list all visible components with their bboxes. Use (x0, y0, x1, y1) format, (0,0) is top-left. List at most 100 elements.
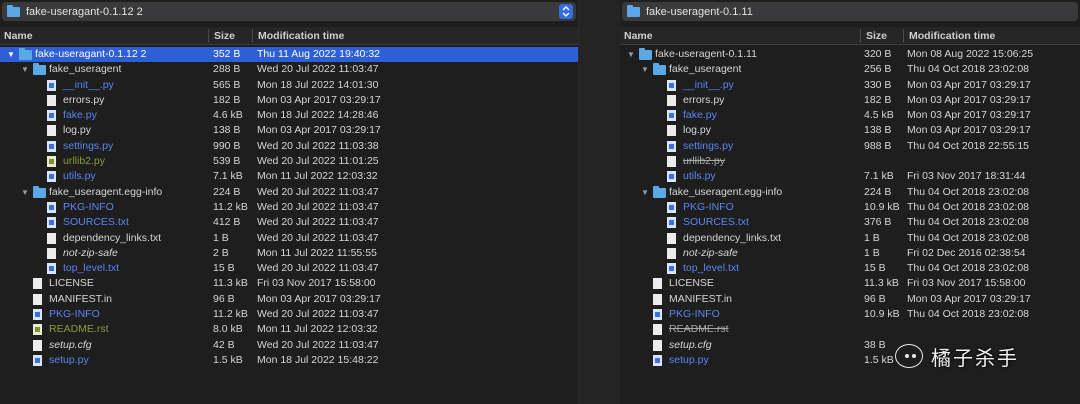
file-row[interactable]: log.py 138 B Mon 03 Apr 2017 03:29:17 (0, 123, 578, 138)
modification-time: Mon 08 Aug 2022 15:06:25 (907, 48, 1034, 60)
file-row[interactable]: dependency_links.txt 1 B Thu 04 Oct 2018 2… (620, 231, 1080, 246)
file-row[interactable]: top_level.txt 15 B Wed 20 Jul 2022 11:03:4… (0, 261, 578, 276)
file-size: 8.0 kB (213, 323, 243, 336)
file-row[interactable]: fake.py 4.5 kB Mon 03 Apr 2017 03:29:17 (620, 108, 1080, 123)
file-row[interactable]: PKG-INFO 11.2 kB Wed 20 Jul 2022 11:03:47 (0, 307, 578, 322)
left-column-header: Name Size Modification time (0, 27, 578, 45)
modification-time: Mon 03 Apr 2017 03:29:17 (907, 292, 1031, 305)
file-name: settings.py (63, 139, 114, 152)
file-row[interactable]: urllib2.py (620, 154, 1080, 169)
file-name: __init__.py (63, 78, 114, 91)
size-column-header[interactable]: Size (866, 30, 887, 42)
left-path-title: fake-useragant-0.1.12 2 (26, 5, 143, 18)
file-row[interactable]: errors.py 182 B Mon 03 Apr 2017 03:29:17 (620, 93, 1080, 108)
file-row[interactable]: utils.py 7.1 kB Mon 11 Jul 2022 12:03:32 (0, 169, 578, 184)
file-name: not-zip-safe (63, 246, 118, 259)
file-row[interactable]: SOURCES.txt 376 B Thu 04 Oct 2018 23:02:08 (620, 215, 1080, 230)
modification-time: Mon 11 Jul 2022 11:55:55 (257, 246, 377, 259)
file-size: 412 B (213, 216, 241, 229)
modification-time: Mon 18 Jul 2022 15:48:22 (257, 353, 379, 366)
modification-time: Thu 04 Oct 2018 23:02:08 (907, 216, 1030, 229)
file-row[interactable]: README.rst 8.0 kB Mon 11 Jul 2022 12:03:32 (0, 322, 578, 337)
path-stepper-icon[interactable] (559, 4, 573, 19)
disclosure-triangle-icon[interactable]: ▼ (20, 62, 30, 77)
column-divider[interactable] (208, 29, 209, 42)
file-row[interactable]: MANIFEST.in 96 B Mon 03 Apr 2017 03:29:17 (0, 292, 578, 307)
modification-time: Wed 20 Jul 2022 11:01:25 (257, 155, 379, 168)
name-column-header[interactable]: Name (624, 30, 653, 42)
column-divider[interactable] (903, 29, 904, 42)
modified-column-header[interactable]: Modification time (909, 30, 995, 42)
file-icon (653, 354, 662, 371)
disclosure-triangle-icon[interactable]: ▼ (626, 47, 636, 62)
file-size: 138 B (213, 124, 241, 137)
file-name: setup.py (49, 353, 89, 366)
file-name: setup.py (669, 353, 709, 366)
file-name: MANIFEST.in (49, 292, 113, 305)
modified-column-header[interactable]: Modification time (258, 30, 344, 42)
file-row[interactable]: utils.py 7.1 kB Fri 03 Nov 2017 18:31:44 (620, 169, 1080, 184)
file-row[interactable]: LICENSE 11.3 kB Fri 03 Nov 2017 15:58:00 (0, 276, 578, 291)
file-row[interactable]: settings.py 988 B Thu 04 Oct 2018 22:55:15 (620, 139, 1080, 154)
file-name: LICENSE (49, 277, 94, 290)
pane-divider[interactable] (579, 0, 620, 404)
modification-time: Mon 03 Apr 2017 03:29:17 (907, 124, 1031, 137)
file-row[interactable]: PKG-INFO 10.9 kB Thu 04 Oct 2018 23:02:08 (620, 200, 1080, 215)
file-name: utils.py (63, 170, 96, 183)
file-row[interactable]: setup.cfg 42 B Wed 20 Jul 2022 11:03:47 (0, 338, 578, 353)
file-row[interactable]: LICENSE 11.3 kB Fri 03 Nov 2017 15:58:00 (620, 276, 1080, 291)
folder-row[interactable]: ▼ fake_useragent 256 B Thu 04 Oct 2018 23:0… (620, 62, 1080, 77)
file-name: README.rst (669, 323, 729, 336)
file-row[interactable]: PKG-INFO 10.9 kB Thu 04 Oct 2018 23:02:08 (620, 307, 1080, 322)
file-row[interactable]: log.py 138 B Mon 03 Apr 2017 03:29:17 (620, 123, 1080, 138)
file-size: 320 B (864, 48, 892, 60)
file-size: 96 B (864, 292, 886, 305)
folder-row[interactable]: ▼ fake-useragant-0.1.12 2 352 B Thu 11 Aug … (0, 47, 578, 63)
file-row[interactable]: top_level.txt 15 B Thu 04 Oct 2018 23:02:0… (620, 261, 1080, 276)
modification-time: Mon 11 Jul 2022 12:03:32 (257, 323, 378, 336)
file-row[interactable]: PKG-INFO 11.2 kB Wed 20 Jul 2022 11:03:47 (0, 200, 578, 215)
disclosure-triangle-icon[interactable]: ▼ (6, 47, 16, 62)
file-row[interactable]: README.rst (620, 322, 1080, 337)
folder-row[interactable]: ▼ fake_useragent 288 B Wed 20 Jul 2022 11:0… (0, 62, 578, 77)
file-size: 1.5 kB (864, 353, 894, 366)
file-row[interactable]: SOURCES.txt 412 B Wed 20 Jul 2022 11:03:47 (0, 215, 578, 230)
file-row[interactable]: urllib2.py 539 B Wed 20 Jul 2022 11:01:25 (0, 154, 578, 169)
column-divider[interactable] (860, 29, 861, 42)
modification-time: Wed 20 Jul 2022 11:03:47 (257, 338, 379, 351)
file-row[interactable]: not-zip-safe 2 B Mon 11 Jul 2022 11:55:55 (0, 246, 578, 261)
file-size: 96 B (213, 292, 235, 305)
file-row[interactable]: MANIFEST.in 96 B Mon 03 Apr 2017 03:29:17 (620, 292, 1080, 307)
file-row[interactable]: setup.py 1.5 kB Mon 18 Jul 2022 15:48:22 (0, 353, 578, 368)
size-column-header[interactable]: Size (214, 30, 235, 42)
folder-row[interactable]: ▼ fake_useragent.egg-info 224 B Wed 20 Jul … (0, 185, 578, 200)
disclosure-triangle-icon[interactable]: ▼ (20, 185, 30, 200)
left-path-selector[interactable]: fake-useragant-0.1.12 2 (2, 2, 576, 21)
file-name: fake_useragent (49, 63, 122, 76)
file-row[interactable]: not-zip-safe 1 B Fri 02 Dec 2016 02:38:54 (620, 246, 1080, 261)
folder-row[interactable]: ▼ fake-useragent-0.1.11 320 B Mon 08 Aug 20… (620, 47, 1080, 62)
file-row[interactable]: errors.py 182 B Mon 03 Apr 2017 03:29:17 (0, 93, 578, 108)
file-row[interactable]: settings.py 990 B Wed 20 Jul 2022 11:03:38 (0, 139, 578, 154)
right-path-selector[interactable]: fake-useragent-0.1.11 (622, 2, 1078, 21)
file-name: log.py (683, 124, 712, 137)
file-name: __init__.py (683, 78, 734, 91)
column-divider[interactable] (252, 29, 253, 42)
right-file-list: ▼ fake-useragent-0.1.11 320 B Mon 08 Aug 20… (620, 47, 1080, 368)
file-name: SOURCES.txt (63, 216, 129, 229)
file-row[interactable]: fake.py 4.6 kB Mon 18 Jul 2022 14:28:46 (0, 108, 578, 123)
file-name: PKG-INFO (63, 200, 114, 213)
file-size: 182 B (213, 93, 241, 106)
file-size: 11.3 kB (213, 277, 248, 290)
folder-row[interactable]: ▼ fake_useragent.egg-info 224 B Thu 04 Oct … (620, 185, 1080, 200)
name-column-header[interactable]: Name (4, 30, 33, 42)
disclosure-triangle-icon[interactable]: ▼ (640, 185, 650, 200)
file-row[interactable]: __init__.py 330 B Mon 03 Apr 2017 03:29:17 (620, 78, 1080, 93)
modification-time: Thu 04 Oct 2018 22:55:15 (907, 139, 1030, 152)
file-name: fake.py (63, 109, 97, 122)
modification-time: Fri 03 Nov 2017 18:31:44 (907, 170, 1026, 183)
file-name: urllib2.py (683, 155, 726, 168)
file-row[interactable]: dependency_links.txt 1 B Wed 20 Jul 2022 1… (0, 231, 578, 246)
disclosure-triangle-icon[interactable]: ▼ (640, 62, 650, 77)
file-row[interactable]: __init__.py 565 B Mon 18 Jul 2022 14:01:30 (0, 78, 578, 93)
